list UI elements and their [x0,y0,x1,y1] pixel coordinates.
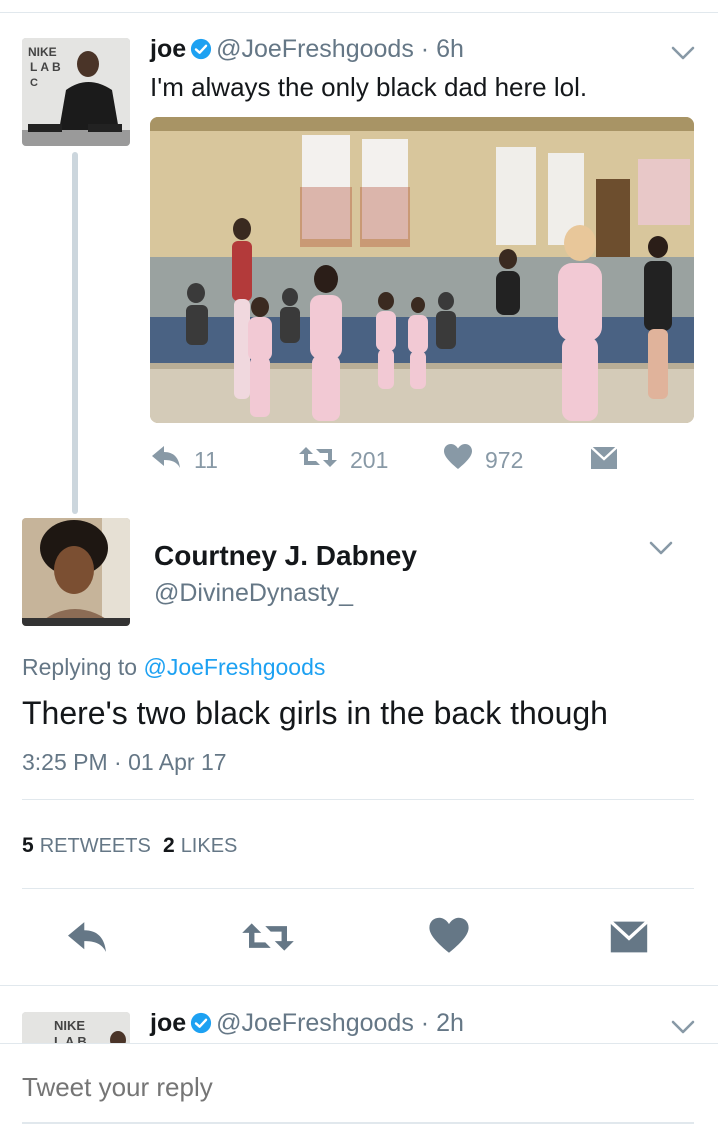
stats-divider-top [22,799,694,800]
parent-tweet-time: · 6h [420,35,464,63]
retweets-count: 5 [22,834,34,857]
reply-input-underline [22,1122,694,1124]
previous-content-cutoff [150,0,570,6]
likes-label: LIKES [180,835,238,857]
main-tweet-bottom-divider [0,985,718,986]
thread-connector-line [72,152,78,514]
chevron-down-icon[interactable] [670,44,696,67]
main-tweet-timestamp[interactable]: 3:25 PM · 01 Apr 17 [22,749,227,776]
dm-action[interactable] [589,445,631,477]
reply-count: 11 [194,446,218,473]
reply-compose-bar [0,1043,718,1134]
replying-to-prefix: Replying to [22,654,138,680]
avatar-logo-line3: C [30,77,38,89]
next-avatar-logo-line1: NIKE [54,1018,85,1033]
retweets-label: RETWEETS [39,835,151,857]
parent-author-handle[interactable]: @JoeFreshgoods [216,35,414,63]
retweets-stat[interactable]: 5 RETWEETS [22,834,151,858]
replying-to-handle-link[interactable]: @JoeFreshgoods [143,654,325,680]
next-author-line: joe @JoeFreshgoods · 2h [150,1008,464,1041]
retweet-icon [240,918,296,956]
verified-icon [190,1011,212,1041]
main-author-name[interactable]: Courtney J. Dabney [154,539,417,573]
heart-icon [428,916,470,956]
retweet-icon [298,443,350,477]
stats-divider-bottom [22,888,694,889]
parent-author-line: joe @JoeFreshgoods · 6h [150,34,464,67]
reply-action[interactable]: 11 [150,443,218,477]
main-author-handle[interactable]: @DivineDynasty_ [154,577,353,609]
main-tweet-text: There's two black girls in the back thou… [22,695,608,731]
parent-author-name[interactable]: joe [150,35,186,63]
dm-icon [589,445,631,477]
main-reply-button[interactable] [64,918,110,956]
like-action[interactable]: 972 [443,443,523,477]
main-dm-button[interactable] [608,918,650,956]
avatar-logo-line1: NIKE [28,45,57,59]
main-like-button[interactable] [428,916,470,956]
next-chevron-down-icon[interactable] [670,1018,696,1041]
main-retweet-button[interactable] [240,918,296,956]
main-avatar[interactable] [22,518,130,626]
dm-icon [608,918,650,956]
reply-icon [64,918,110,956]
likes-count: 2 [163,834,175,857]
retweet-action[interactable]: 201 [298,443,388,477]
parent-avatar[interactable]: NIKE LAB C [22,38,130,146]
likes-stat[interactable]: 2 LIKES [163,834,237,858]
top-divider [0,12,718,13]
verified-icon [190,37,212,67]
next-author-name[interactable]: joe [150,1009,186,1037]
replying-to: Replying to @JoeFreshgoods [22,654,325,681]
like-count: 972 [485,446,524,473]
parent-tweet-photo[interactable] [150,117,694,423]
reply-input[interactable] [22,1072,694,1103]
main-chevron-down-icon[interactable] [648,539,674,562]
heart-icon [443,443,485,477]
next-tweet-time: · 2h [420,1009,464,1037]
reply-icon [150,443,194,477]
retweet-count: 201 [350,446,389,473]
parent-tweet-text: I'm always the only black dad here lol. [150,72,588,102]
next-author-handle[interactable]: @JoeFreshgoods [216,1009,414,1037]
avatar-logo-line2: LAB [30,60,64,74]
